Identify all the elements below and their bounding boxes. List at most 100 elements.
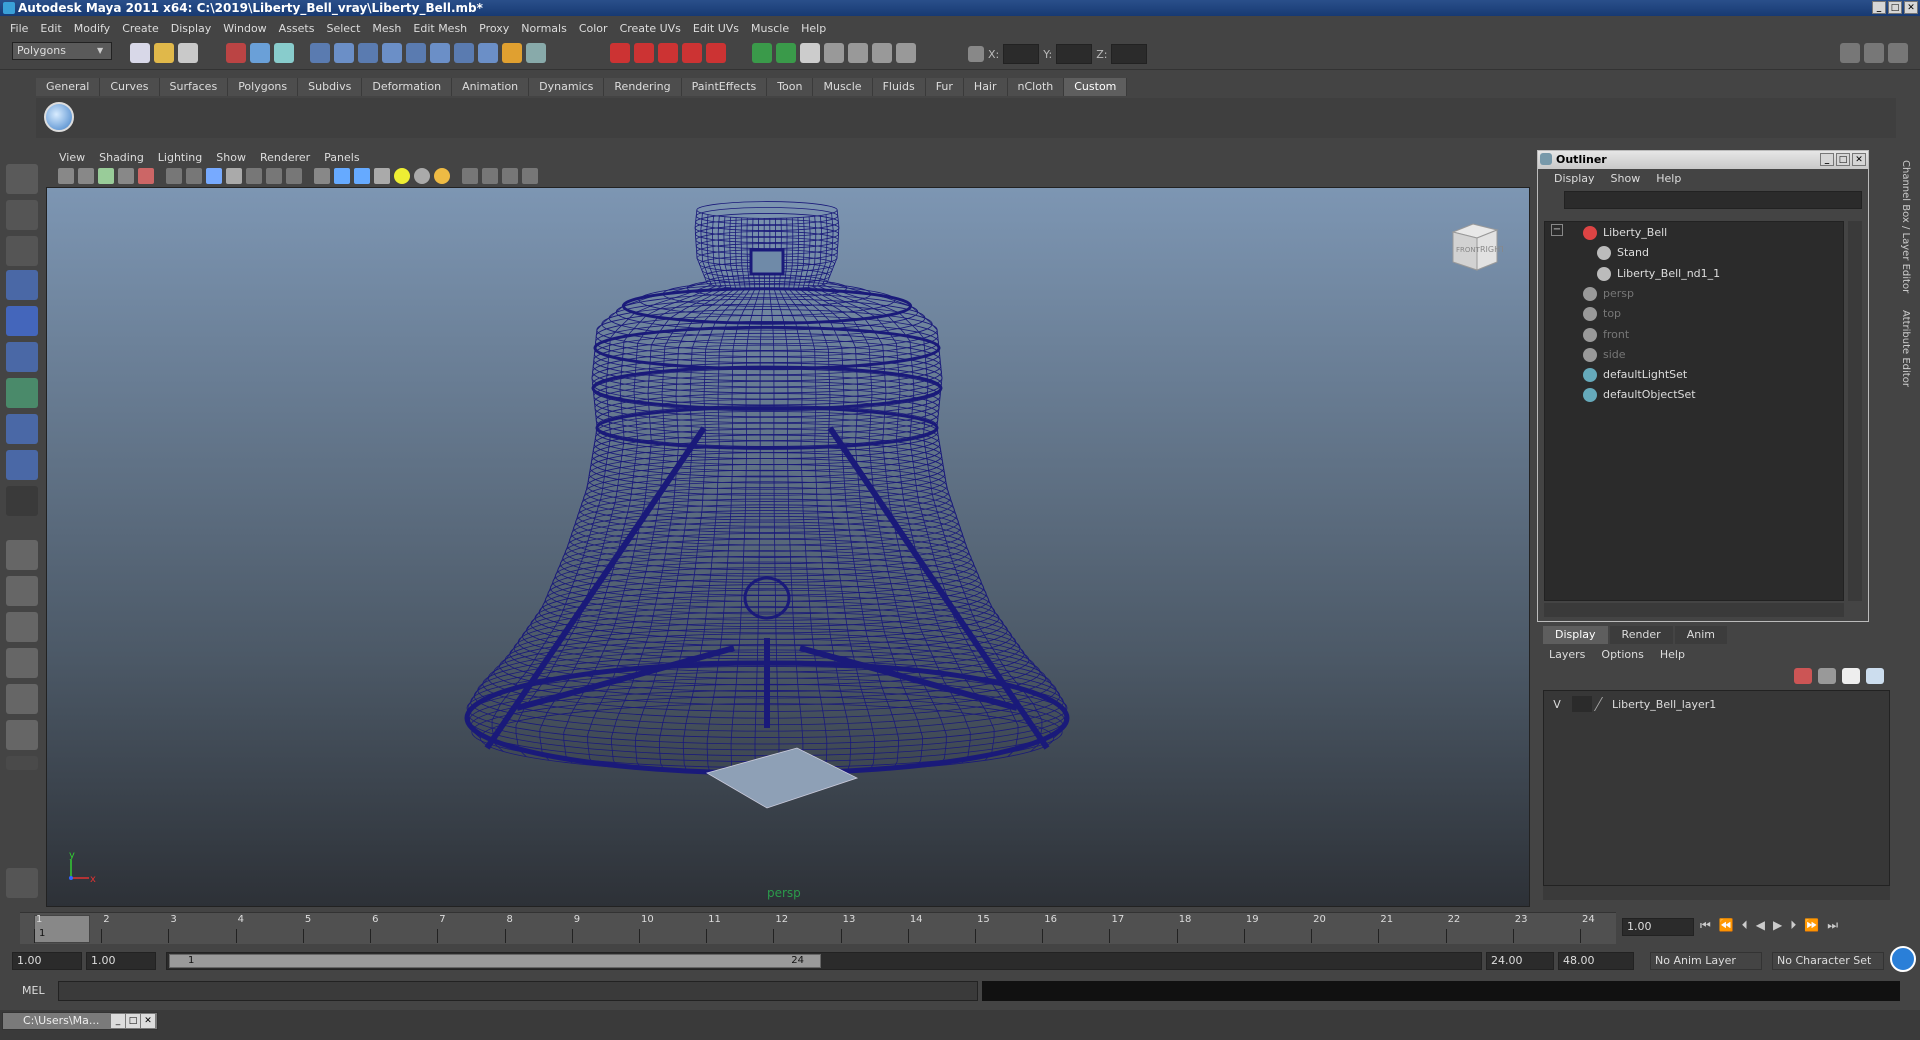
close-button[interactable]: ✕ [1904, 1, 1918, 14]
field-chart-icon[interactable] [246, 168, 262, 184]
perspective-viewport[interactable]: FRONT RIGHT y x persp [46, 187, 1530, 907]
camera-select-icon[interactable] [58, 168, 74, 184]
recent-command-icon[interactable] [6, 868, 38, 898]
xray-joints-icon[interactable] [502, 168, 518, 184]
layer-editor-scrollbar[interactable] [1543, 886, 1890, 900]
play-forwards-icon[interactable]: ▶ [1773, 918, 1782, 933]
menu-edit[interactable]: Edit [34, 22, 67, 35]
outliner-vertical-scrollbar[interactable] [1848, 221, 1862, 601]
shelf-tab-toon[interactable]: Toon [767, 78, 814, 96]
layer-tab-display[interactable]: Display [1543, 626, 1608, 644]
use-all-lights-icon[interactable] [414, 168, 430, 184]
show-tool-settings-icon[interactable] [1864, 43, 1884, 63]
select-lock-icon[interactable] [526, 43, 546, 63]
go-to-end-icon[interactable]: ⏭ [1827, 918, 1838, 933]
outliner-persp-layout-icon[interactable] [6, 612, 38, 642]
shelf-tab-deformation[interactable]: Deformation [362, 78, 453, 96]
shelf-tab-custom[interactable]: Custom [1064, 78, 1128, 96]
outliner-horizontal-scrollbar[interactable] [1544, 603, 1844, 617]
outliner-close-button[interactable]: ✕ [1852, 153, 1866, 166]
hypershade-layout-icon[interactable] [6, 684, 38, 714]
snap-plane-icon[interactable] [382, 43, 402, 63]
shelf-tab-rendering[interactable]: Rendering [604, 78, 682, 96]
viewport-menu-lighting[interactable]: Lighting [151, 151, 209, 164]
menu-create-uvs[interactable]: Create UVs [614, 22, 687, 35]
menu-select[interactable]: Select [320, 22, 366, 35]
step-back-frame-icon[interactable]: ⏪ [1719, 918, 1734, 933]
viewport-menu-view[interactable]: View [52, 151, 92, 164]
lock-icon[interactable] [502, 43, 522, 63]
snap-point-icon[interactable] [358, 43, 378, 63]
anim-layer-selector[interactable]: No Anim Layer [1650, 952, 1762, 970]
menu-edit-mesh[interactable]: Edit Mesh [407, 22, 473, 35]
shelf-tab-fur[interactable]: Fur [925, 78, 964, 96]
2d-pan-zoom-icon[interactable] [138, 168, 154, 184]
magnet-point-icon[interactable] [658, 43, 678, 63]
select-hierarchy-icon[interactable] [226, 43, 246, 63]
menu-help[interactable]: Help [795, 22, 832, 35]
menu-proxy[interactable]: Proxy [473, 22, 515, 35]
x-field[interactable] [1003, 44, 1040, 64]
menu-modify[interactable]: Modify [68, 22, 116, 35]
xray-components-icon[interactable] [522, 168, 538, 184]
go-to-start-icon[interactable]: ⏮ [1700, 918, 1711, 933]
outliner-menu-help[interactable]: Help [1648, 172, 1689, 185]
show-channel-box-icon[interactable] [1888, 43, 1908, 63]
output-ops-icon[interactable] [776, 43, 796, 63]
minimize-button[interactable]: _ [1872, 1, 1886, 14]
outliner-item-front[interactable]: front [1583, 326, 1629, 344]
smooth-shade-icon[interactable] [334, 168, 350, 184]
step-back-key-icon[interactable]: ⏴ [1742, 918, 1748, 933]
live-surface-icon[interactable] [406, 43, 426, 63]
outliner-item-top[interactable]: top [1583, 305, 1621, 323]
layout-expand-icon[interactable] [6, 756, 38, 770]
snap-grid-icon[interactable] [310, 43, 330, 63]
outliner-filter-input[interactable] [1564, 191, 1862, 209]
use-default-light-icon[interactable] [394, 168, 410, 184]
textured-icon[interactable] [374, 168, 390, 184]
shelf-tab-hair[interactable]: Hair [963, 78, 1008, 96]
current-frame-marker[interactable]: 1 [34, 915, 90, 943]
outliner-menu-display[interactable]: Display [1546, 172, 1603, 185]
help-icon[interactable] [478, 43, 498, 63]
viewport-menu-shading[interactable]: Shading [92, 151, 151, 164]
viewport-menu-panels[interactable]: Panels [317, 151, 366, 164]
shelf-tab-muscle[interactable]: Muscle [813, 78, 873, 96]
mode-selector[interactable]: Polygons ▼ [12, 42, 112, 60]
image-plane-icon[interactable] [118, 168, 134, 184]
magnet-icon[interactable] [610, 43, 630, 63]
paint-select-tool-icon[interactable] [6, 236, 38, 266]
shelf-tab-general[interactable]: General [36, 78, 101, 96]
wireframe-on-shaded-icon[interactable] [354, 168, 370, 184]
outliner-item-persp[interactable]: persp [1583, 285, 1634, 303]
maximize-window-button[interactable]: □ [126, 1014, 140, 1028]
channel-box-tab[interactable]: Channel Box / Layer Editor [1900, 160, 1911, 293]
manipulator-tool-icon[interactable] [6, 378, 38, 408]
select-object-icon[interactable] [250, 43, 270, 63]
time-slider[interactable]: 1 1 2 3 4 5 6 7 8 9 10 11 12 13 14 15 16 17 18 19 20 21 22 23 2… [20, 912, 1616, 944]
layer-tab-render[interactable]: Render [1609, 626, 1673, 644]
play-backwards-icon[interactable]: ◀ [1756, 918, 1765, 933]
anim-start-field[interactable]: 1.00 [86, 952, 156, 970]
layer-color-swatch[interactable] [1593, 697, 1611, 711]
shelf-tab-subdivs[interactable]: Subdivs [298, 78, 363, 96]
resolution-gate-icon[interactable] [206, 168, 222, 184]
current-frame-field[interactable]: 1.00 [1622, 918, 1694, 936]
menu-window[interactable]: Window [217, 22, 272, 35]
new-layer-selected-icon[interactable] [1866, 668, 1884, 684]
history-icon[interactable] [430, 43, 450, 63]
open-scene-icon[interactable] [154, 43, 174, 63]
mel-command-input[interactable] [58, 981, 978, 1001]
move-layer-down-icon[interactable] [1818, 668, 1836, 684]
menu-color[interactable]: Color [573, 22, 614, 35]
shelf-tab-polygons[interactable]: Polygons [228, 78, 299, 96]
shelf-tab-surfaces[interactable]: Surfaces [159, 78, 229, 96]
start-time-field[interactable]: 1.00 [12, 952, 82, 970]
single-view-layout-icon[interactable] [6, 540, 38, 570]
layer-menu-help[interactable]: Help [1654, 646, 1691, 664]
magnet-surface-icon[interactable] [706, 43, 726, 63]
range-slider[interactable]: 1 24 [166, 952, 1482, 970]
lasso-tool-icon[interactable] [6, 200, 38, 230]
four-view-layout-icon[interactable] [6, 576, 38, 606]
menu-display[interactable]: Display [165, 22, 218, 35]
